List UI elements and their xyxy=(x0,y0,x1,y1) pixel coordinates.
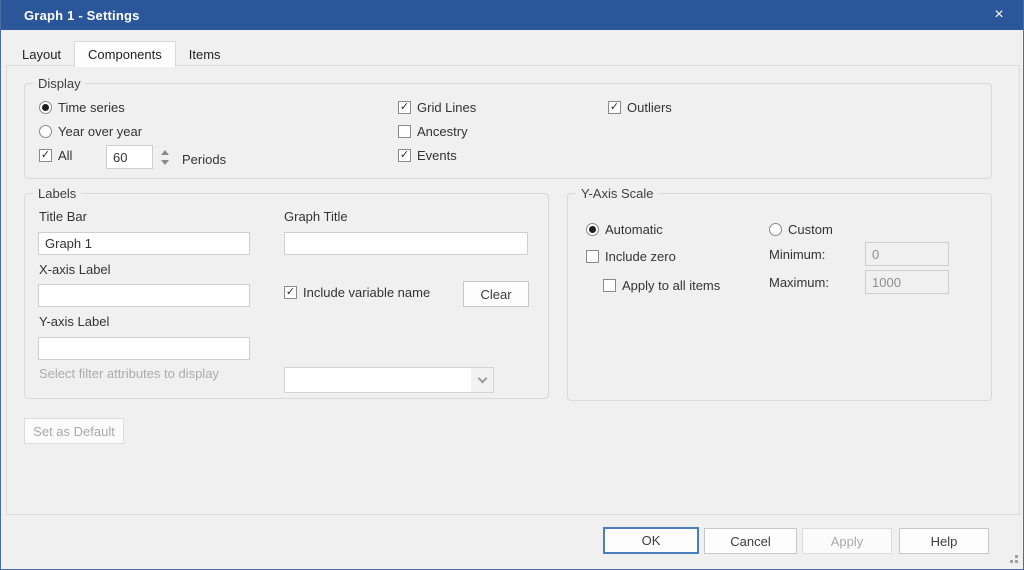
checkbox-events-label: Events xyxy=(417,148,457,163)
radio-custom-label: Custom xyxy=(788,222,833,237)
apply-button[interactable]: Apply xyxy=(802,528,892,554)
checkbox-icon[interactable]: ✓ xyxy=(398,101,411,114)
checkbox-icon[interactable] xyxy=(398,125,411,138)
labels-group-legend: Labels xyxy=(33,186,82,201)
minimum-label: Minimum: xyxy=(769,247,826,262)
tab-strip: Layout Components Items xyxy=(9,40,234,67)
checkbox-all-label: All xyxy=(58,148,73,163)
radio-year-over-year-label: Year over year xyxy=(58,124,143,139)
minimum-input[interactable] xyxy=(865,242,949,266)
checkbox-grid-lines[interactable]: ✓ Grid Lines xyxy=(398,100,476,115)
graph-title-field-label: Graph Title xyxy=(284,209,348,224)
checkbox-apply-all-items[interactable]: Apply to all items xyxy=(603,278,720,293)
radio-icon[interactable] xyxy=(769,223,782,236)
tab-items[interactable]: Items xyxy=(176,43,234,66)
checkbox-icon[interactable]: ✓ xyxy=(39,149,52,162)
yaxis-label-input[interactable] xyxy=(38,337,250,360)
checkbox-icon[interactable] xyxy=(586,250,599,263)
checkbox-events[interactable]: ✓ Events xyxy=(398,148,457,163)
filter-attributes-select[interactable] xyxy=(284,367,494,393)
yaxis-scale-group: Y-Axis Scale Automatic Custom Include ze… xyxy=(567,186,992,401)
checkbox-icon[interactable] xyxy=(603,279,616,292)
set-as-default-button[interactable]: Set as Default xyxy=(24,418,124,444)
radio-year-over-year[interactable]: Year over year xyxy=(39,124,142,139)
maximum-label: Maximum: xyxy=(769,275,829,290)
settings-dialog: Graph 1 - Settings × Layout Components I… xyxy=(0,0,1024,570)
display-group: Display Time series Year over year ✓ All… xyxy=(24,76,992,179)
graph-title-input[interactable] xyxy=(284,232,528,255)
radio-time-series[interactable]: Time series xyxy=(39,100,125,115)
resize-grip[interactable] xyxy=(1006,551,1018,563)
maximum-input[interactable] xyxy=(865,270,949,294)
help-button[interactable]: Help xyxy=(899,528,989,554)
checkbox-ancestry[interactable]: Ancestry xyxy=(398,124,468,139)
radio-icon[interactable] xyxy=(39,125,52,138)
tab-page-components: Display Time series Year over year ✓ All… xyxy=(6,65,1020,515)
radio-icon[interactable] xyxy=(39,101,52,114)
checkbox-outliers[interactable]: ✓ Outliers xyxy=(608,100,672,115)
xaxis-label-input[interactable] xyxy=(38,284,250,307)
yaxis-group-legend: Y-Axis Scale xyxy=(576,186,659,201)
clear-button[interactable]: Clear xyxy=(463,281,529,307)
ok-button[interactable]: OK xyxy=(603,527,699,554)
checkbox-include-variable-label: Include variable name xyxy=(303,285,431,300)
combo-dropdown-button[interactable] xyxy=(471,368,493,392)
checkbox-icon[interactable]: ✓ xyxy=(398,149,411,162)
radio-automatic[interactable]: Automatic xyxy=(586,222,663,237)
checkbox-icon[interactable]: ✓ xyxy=(284,286,297,299)
checkbox-icon[interactable]: ✓ xyxy=(608,101,621,114)
tab-layout[interactable]: Layout xyxy=(9,43,74,66)
checkbox-include-zero-label: Include zero xyxy=(605,249,676,264)
labels-group: Labels Title Bar X-axis Label Y-axis Lab… xyxy=(24,186,549,399)
filter-attributes-hint: Select filter attributes to display xyxy=(39,366,219,381)
checkbox-include-variable-name[interactable]: ✓ Include variable name xyxy=(284,285,430,300)
title-bar-input[interactable] xyxy=(38,232,250,255)
checkbox-all[interactable]: ✓ All xyxy=(39,148,72,163)
radio-custom[interactable]: Custom xyxy=(769,222,833,237)
yaxis-field-label: Y-axis Label xyxy=(39,314,110,329)
chevron-down-icon xyxy=(477,373,487,384)
close-icon[interactable]: × xyxy=(983,0,1015,30)
tab-components[interactable]: Components xyxy=(74,41,176,67)
spin-up-icon[interactable] xyxy=(161,150,169,155)
radio-automatic-label: Automatic xyxy=(605,222,663,237)
periods-label: Periods xyxy=(182,152,227,167)
periods-stepper[interactable] xyxy=(161,150,169,165)
radio-time-series-label: Time series xyxy=(58,100,125,115)
title-bar[interactable]: Graph 1 - Settings × xyxy=(1,0,1023,30)
window-title: Graph 1 - Settings xyxy=(24,7,140,23)
checkbox-grid-lines-label: Grid Lines xyxy=(417,100,477,115)
radio-icon[interactable] xyxy=(586,223,599,236)
checkbox-outliers-label: Outliers xyxy=(627,100,672,115)
periods-input[interactable] xyxy=(106,145,153,169)
cancel-button[interactable]: Cancel xyxy=(704,528,797,554)
checkbox-include-zero[interactable]: Include zero xyxy=(586,249,676,264)
checkbox-apply-all-label: Apply to all items xyxy=(622,278,721,293)
checkbox-ancestry-label: Ancestry xyxy=(417,124,468,139)
display-group-legend: Display xyxy=(33,76,86,91)
spin-down-icon[interactable] xyxy=(161,160,169,165)
title-bar-field-label: Title Bar xyxy=(39,209,87,224)
xaxis-field-label: X-axis Label xyxy=(39,262,111,277)
